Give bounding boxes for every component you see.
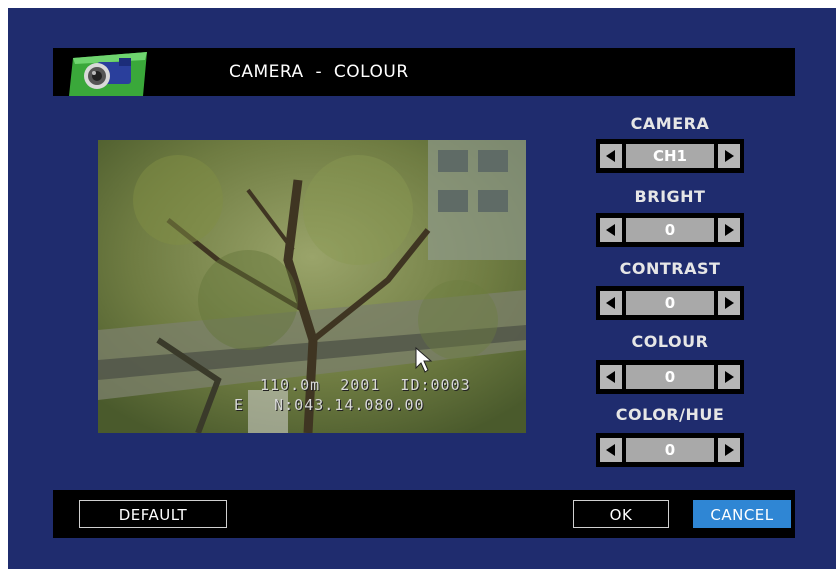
bright-label: BRIGHT — [634, 187, 706, 206]
arrow-left-icon — [606, 150, 615, 162]
camera-prev-button[interactable] — [600, 144, 622, 168]
title-bar: CAMERA - COLOUR — [53, 48, 795, 96]
camera-label: CAMERA — [630, 114, 710, 133]
color-hue-increase-button[interactable] — [718, 438, 740, 462]
color-hue-value: 0 — [626, 438, 714, 462]
bright-decrease-button[interactable] — [600, 218, 622, 242]
arrow-right-icon — [725, 371, 734, 383]
contrast-value: 0 — [626, 291, 714, 315]
ok-button[interactable]: OK — [573, 500, 669, 528]
arrow-left-icon — [606, 224, 615, 236]
colour-stepper: 0 — [596, 360, 744, 394]
osd-info-line2: E N:043.14.080.00 — [234, 396, 425, 414]
colour-label: COLOUR — [631, 332, 709, 351]
bright-value: 0 — [626, 218, 714, 242]
page-title: CAMERA - COLOUR — [229, 62, 409, 82]
osd-info-line1: 110.0m 2001 ID:0003 — [260, 376, 471, 394]
default-button[interactable]: DEFAULT — [79, 500, 227, 528]
arrow-right-icon — [725, 444, 734, 456]
contrast-label: CONTRAST — [619, 259, 721, 278]
osd-screen: CAMERA - COLOUR 110.0m 2001 ID:0003 E N:… — [8, 8, 836, 569]
camera-preview: 110.0m 2001 ID:0003 E N:043.14.080.00 — [98, 140, 526, 433]
contrast-increase-button[interactable] — [718, 291, 740, 315]
arrow-right-icon — [725, 297, 734, 309]
color-hue-decrease-button[interactable] — [600, 438, 622, 462]
camera-icon — [67, 48, 153, 96]
cancel-button[interactable]: CANCEL — [693, 500, 791, 528]
contrast-decrease-button[interactable] — [600, 291, 622, 315]
color-hue-label: COLOR/HUE — [615, 405, 725, 424]
arrow-left-icon — [606, 444, 615, 456]
arrow-left-icon — [606, 297, 615, 309]
camera-stepper: CH1 — [596, 139, 744, 173]
colour-value: 0 — [626, 365, 714, 389]
colour-decrease-button[interactable] — [600, 365, 622, 389]
contrast-stepper: 0 — [596, 286, 744, 320]
colour-increase-button[interactable] — [718, 365, 740, 389]
camera-next-button[interactable] — [718, 144, 740, 168]
arrow-right-icon — [725, 150, 734, 162]
color-hue-stepper: 0 — [596, 433, 744, 467]
arrow-left-icon — [606, 371, 615, 383]
bright-increase-button[interactable] — [718, 218, 740, 242]
bright-stepper: 0 — [596, 213, 744, 247]
camera-value: CH1 — [626, 144, 714, 168]
arrow-right-icon — [725, 224, 734, 236]
footer-bar: DEFAULT OK CANCEL — [53, 490, 795, 538]
